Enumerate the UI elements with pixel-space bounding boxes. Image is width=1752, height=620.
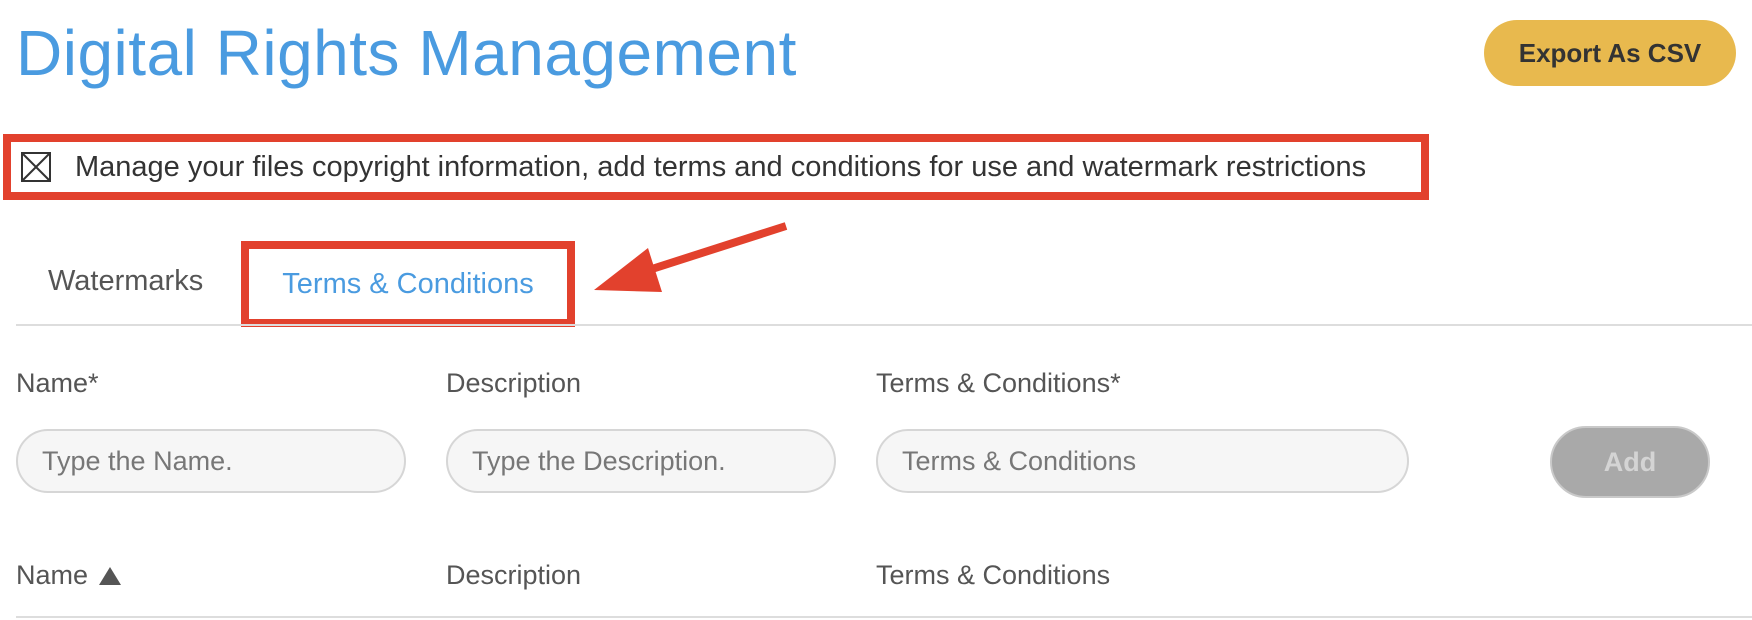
terms-field-label: Terms & Conditions*	[876, 368, 1121, 398]
close-box-icon[interactable]	[21, 152, 51, 182]
column-header-description[interactable]: Description	[446, 560, 581, 591]
tab-divider	[16, 324, 1752, 326]
tab-terms-conditions[interactable]: Terms & Conditions	[241, 241, 575, 327]
tab-watermarks[interactable]: Watermarks	[48, 256, 203, 306]
info-banner: Manage your files copyright information,…	[3, 134, 1429, 200]
tab-terms-conditions-label: Terms & Conditions	[282, 267, 534, 300]
column-header-name-label: Name	[16, 560, 89, 590]
table-header-divider	[16, 616, 1752, 618]
column-header-name[interactable]: Name	[16, 560, 122, 591]
description-input[interactable]	[446, 429, 836, 493]
column-header-terms[interactable]: Terms & Conditions	[876, 560, 1110, 591]
export-csv-button[interactable]: Export As CSV	[1484, 20, 1736, 86]
info-banner-text: Manage your files copyright information,…	[75, 150, 1367, 183]
terms-input[interactable]	[876, 429, 1409, 493]
page-title: Digital Rights Management	[16, 17, 797, 89]
annotation-arrow-icon	[594, 222, 788, 292]
description-field-label: Description	[446, 368, 582, 398]
name-input[interactable]	[16, 429, 406, 493]
name-field-label: Name*	[16, 368, 99, 398]
add-button[interactable]: Add	[1550, 426, 1710, 498]
sort-up-icon[interactable]	[98, 566, 122, 586]
